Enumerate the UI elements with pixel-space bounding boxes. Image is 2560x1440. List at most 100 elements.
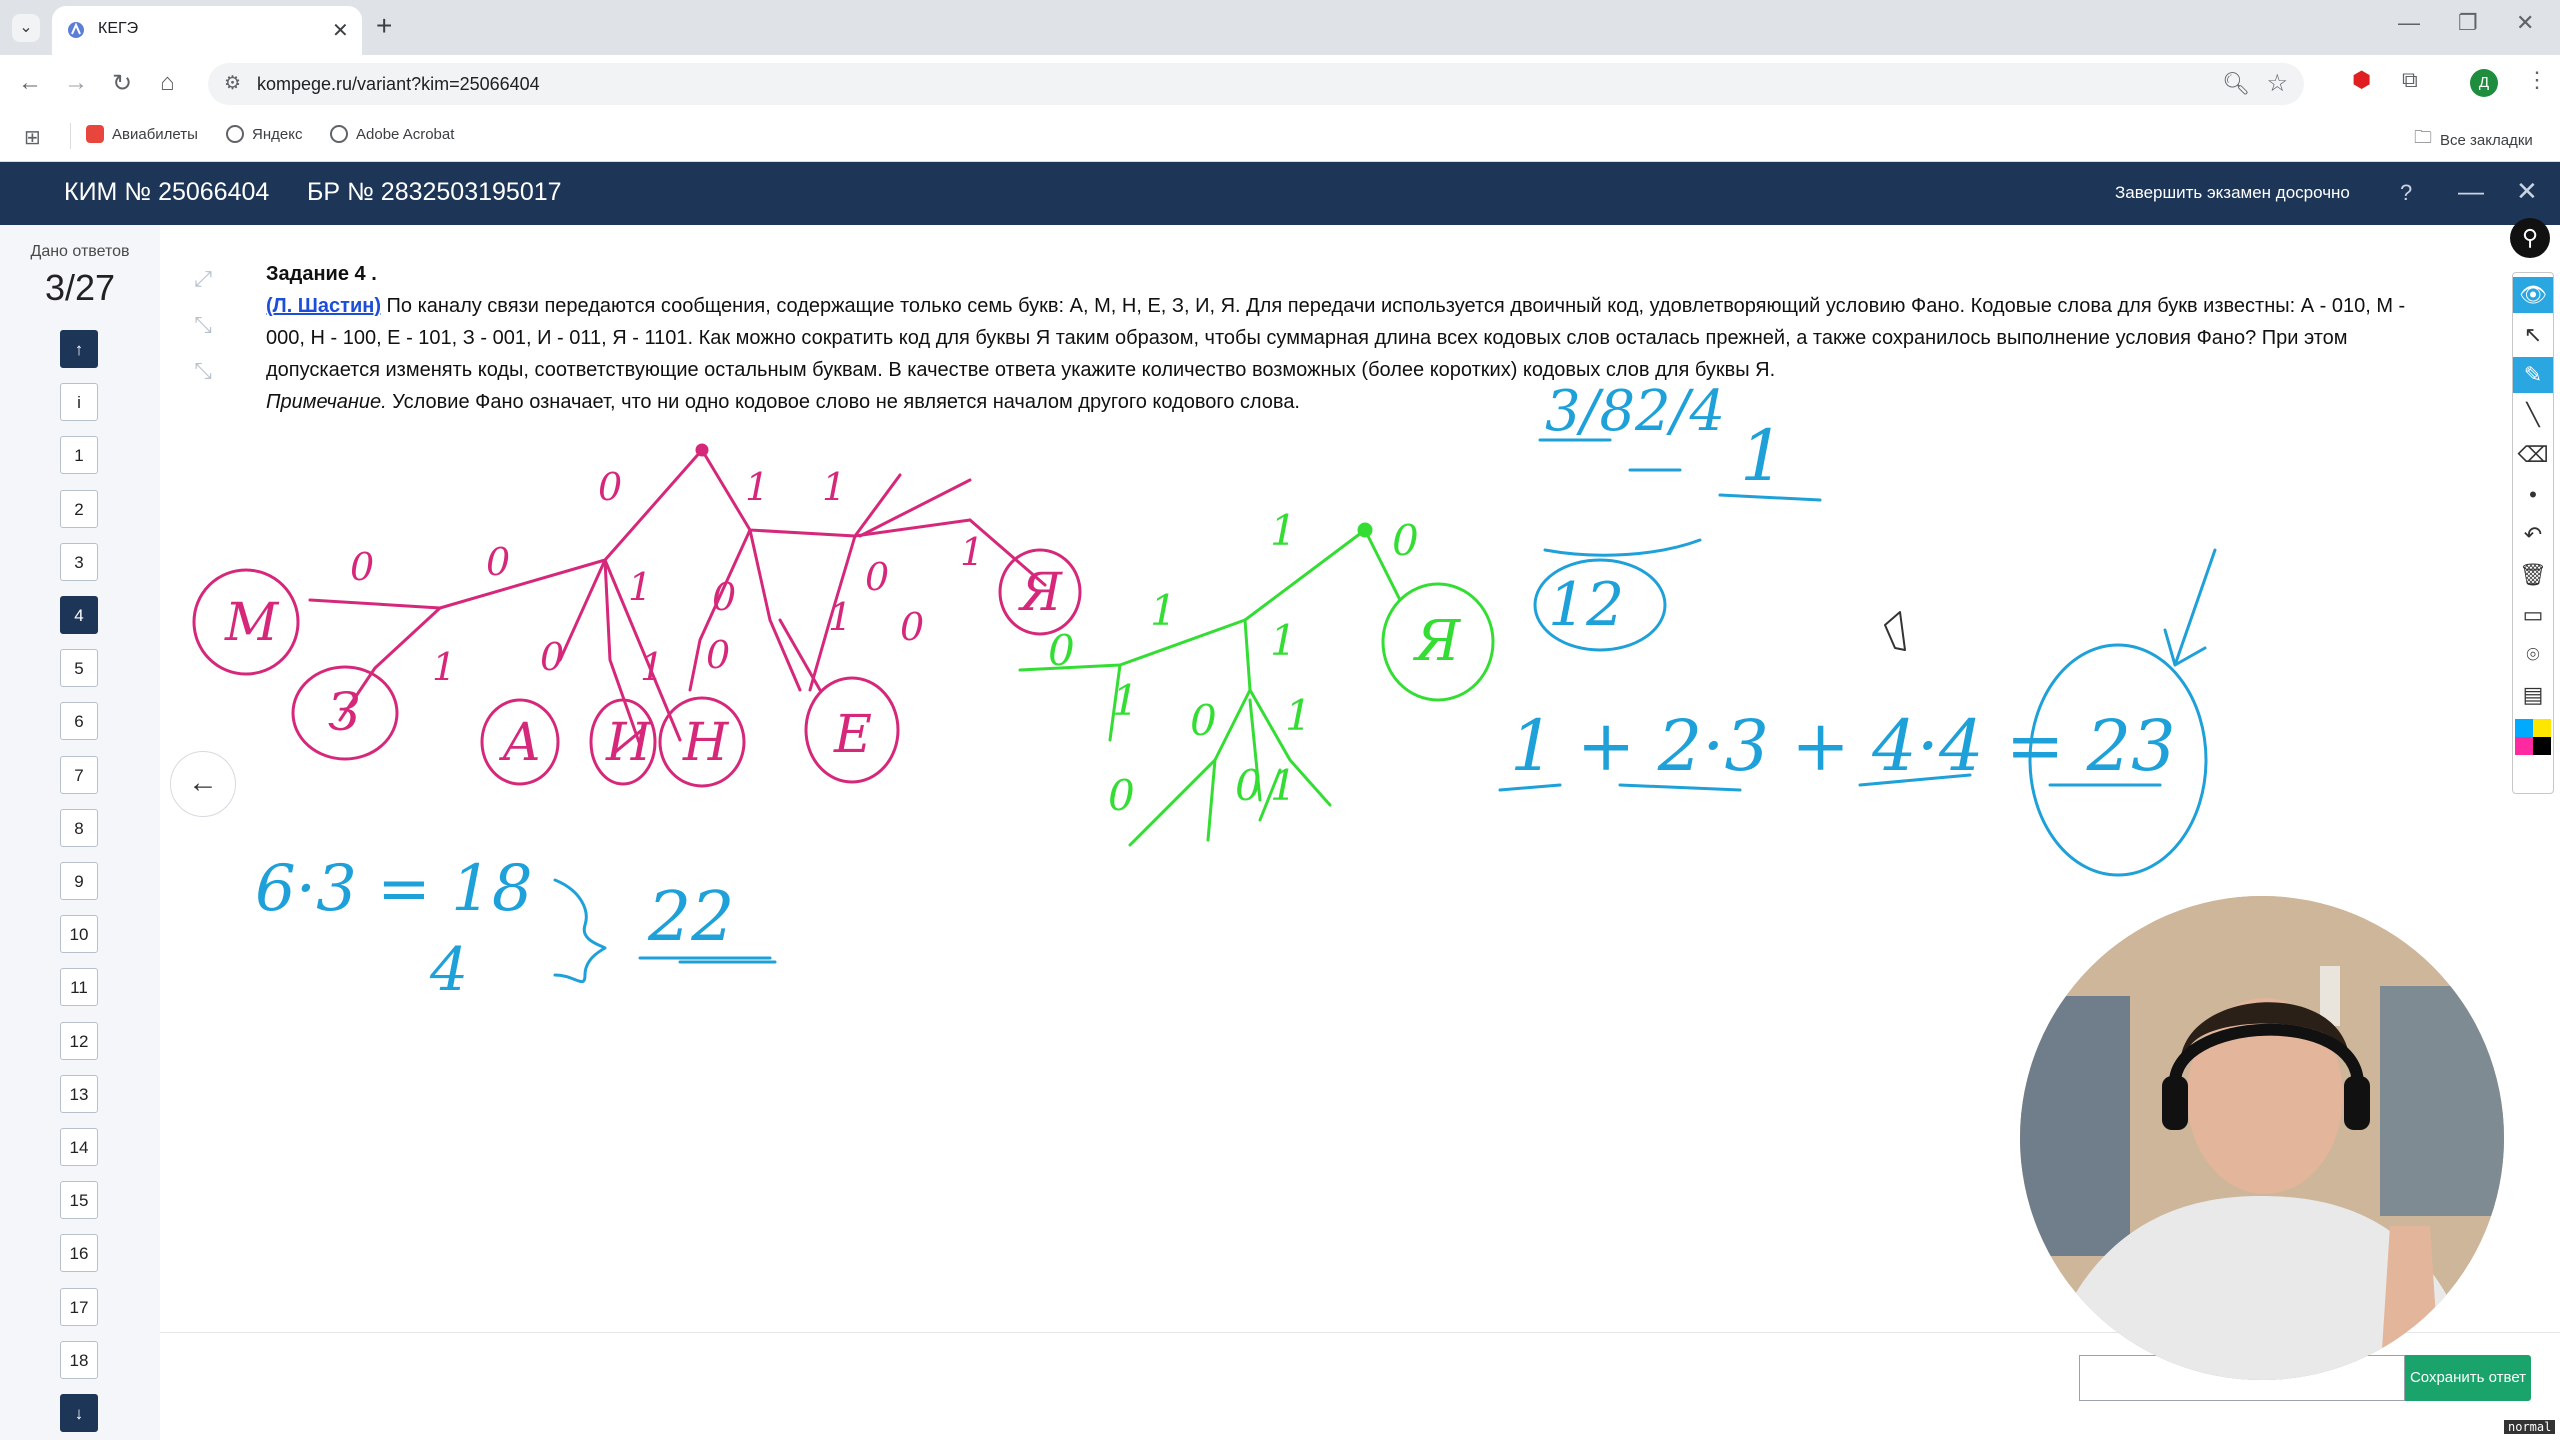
magenta-edge-labels: 0 0 1 0 1 0 1 1 0 1 0 1 0 1 0 [350, 465, 984, 689]
bookmark-star-icon[interactable]: ☆ [2266, 69, 2288, 98]
pencil-icon[interactable]: ✎ [2513, 357, 2553, 393]
task-note-label: Примечание. [266, 391, 387, 413]
color-palette-icon[interactable] [2513, 717, 2553, 755]
svg-text:0: 0 [1190, 696, 1217, 745]
svg-text:1: 1 [1150, 586, 1177, 635]
question-2-button[interactable]: 2 [60, 489, 98, 528]
minimize-icon[interactable]: — [2458, 176, 2484, 207]
question-10-button[interactable]: 10 [60, 915, 98, 954]
expand-icon[interactable]: ⤢ [186, 266, 220, 300]
profile-avatar[interactable]: Д [2470, 69, 2498, 97]
question-9-button[interactable]: 9 [60, 862, 98, 900]
question-18-button[interactable]: 18 [60, 1340, 98, 1379]
finish-exam-button[interactable]: Завершить экзамен досрочно [2115, 183, 2350, 203]
address-bar[interactable]: ⚙ kompege.ru/variant?kim=25066404 🔍︎ ☆ [208, 63, 2304, 105]
forward-icon[interactable]: → [64, 69, 88, 97]
svg-text:М: М [224, 593, 280, 653]
dot-icon[interactable]: • [2513, 477, 2553, 513]
tab-search-button[interactable]: ⌄ [12, 14, 40, 42]
exam-header: КИМ № 25066404 БР № 2832503195017 Заверш… [0, 162, 2560, 225]
eraser-icon[interactable]: ⌫ [2513, 437, 2553, 473]
svg-text:4: 4 [429, 935, 468, 1005]
new-tab-icon[interactable]: + [376, 10, 392, 42]
window-restore-icon[interactable]: ❐ [2458, 10, 2478, 36]
browser-menu-icon[interactable]: ⋮ [2526, 67, 2548, 93]
globe-icon [226, 125, 244, 143]
folder-icon: 🗀 [2414, 127, 2432, 147]
site-info-icon[interactable]: ⚙ [224, 72, 241, 95]
svg-text:Е: Е [833, 705, 872, 765]
question-15-button[interactable]: 15 [60, 1181, 98, 1220]
collapse-icon[interactable]: ⤡ [186, 358, 220, 392]
info-button[interactable]: i [60, 383, 98, 422]
cursor-arrow-icon[interactable]: ↖ [2513, 317, 2553, 353]
zoom-icon[interactable]: 🔍︎ [2222, 71, 2250, 97]
question-7-button[interactable]: 7 [60, 755, 98, 794]
scroll-up-button[interactable]: ↑ [60, 330, 98, 368]
svg-text:1: 1 [1270, 761, 1297, 810]
browser-tab-active[interactable]: КЕГЭ ✕ [52, 6, 362, 55]
svg-text:0: 0 [540, 635, 564, 679]
kim-number: КИМ № 25066404 [64, 178, 270, 206]
question-14-button[interactable]: 14 [60, 1128, 98, 1166]
previous-question-button[interactable]: ← [170, 751, 236, 817]
clipboard-icon[interactable]: ▤ [2513, 677, 2553, 713]
trash-icon[interactable]: 🗑︎ [2513, 557, 2553, 593]
task-note: Примечание. Условие Фано означает, что н… [266, 386, 2446, 418]
svg-text:0: 0 [712, 575, 736, 619]
extensions-icon[interactable]: ⧉ [2402, 67, 2418, 93]
blue-labels: 3/8 2/4 1 12 1 + 2·3 + 4·4 = 23 6·3 = 18… [255, 379, 2176, 1005]
window-minimize-icon[interactable]: — [2398, 10, 2420, 36]
question-11-button[interactable]: 11 [60, 968, 98, 1007]
reload-icon[interactable]: ↻ [112, 69, 132, 98]
window-close-icon[interactable]: ✕ [2516, 10, 2534, 36]
question-12-button[interactable]: 12 [60, 1021, 98, 1060]
save-answer-button[interactable]: Сохранить ответ [2405, 1355, 2531, 1401]
question-6-button[interactable]: 6 [60, 702, 98, 741]
svg-text:1: 1 [960, 530, 984, 574]
question-5-button[interactable]: 5 [60, 649, 98, 688]
svg-text:1 + 2·3 + 4·4 = 23: 1 + 2·3 + 4·4 = 23 [1510, 705, 2176, 787]
close-icon[interactable]: ✕ [2516, 176, 2538, 207]
magenta-tree-labels: М З А И Н Е Я [224, 563, 1063, 773]
question-3-button[interactable]: 3 [60, 542, 98, 581]
svg-text:Я: Я [1018, 563, 1063, 623]
question-4-button[interactable]: 4 [60, 596, 98, 634]
webcam-presenter-image [2020, 896, 2504, 1380]
question-13-button[interactable]: 13 [60, 1074, 98, 1113]
home-icon[interactable]: ⌂ [160, 69, 175, 97]
svg-text:1: 1 [628, 565, 652, 609]
tab-title: КЕГЭ [98, 20, 139, 37]
svg-text:З: З [328, 683, 360, 743]
board-icon[interactable]: ▭ [2513, 597, 2553, 633]
line-icon[interactable]: ╲ [2513, 397, 2553, 433]
bookmark-aviabilety[interactable]: Авиабилеты [86, 125, 198, 143]
bookmark-adobe-acrobat[interactable]: Adobe Acrobat [330, 125, 454, 143]
all-bookmarks[interactable]: 🗀 Все закладки [2414, 125, 2533, 155]
scroll-down-button[interactable]: ↓ [60, 1394, 98, 1432]
svg-text:0: 0 [706, 633, 730, 677]
question-17-button[interactable]: 17 [60, 1287, 98, 1326]
svg-text:0: 0 [350, 545, 374, 589]
question-8-button[interactable]: 8 [60, 808, 98, 847]
undo-icon[interactable]: ↶ [2513, 517, 2553, 553]
tab-close-icon[interactable]: ✕ [332, 18, 349, 43]
svg-text:1: 1 [828, 595, 852, 639]
svg-text:1: 1 [1285, 691, 1312, 740]
bookmark-yandex[interactable]: Яндекс [226, 125, 302, 143]
url-text[interactable]: kompege.ru/variant?kim=25066404 [257, 74, 540, 95]
back-icon[interactable]: ← [18, 69, 42, 97]
question-1-button[interactable]: 1 [60, 436, 98, 475]
eye-icon[interactable]: 👁︎ [2513, 277, 2553, 313]
camera-icon[interactable]: ⌾ [2513, 637, 2553, 673]
question-16-button[interactable]: 16 [60, 1234, 98, 1273]
annotation-pin-icon[interactable]: ⚲ [2510, 218, 2550, 258]
bookmark-label: Adobe Acrobat [356, 125, 455, 143]
task-author-link[interactable]: (Л. Шастин) [266, 295, 381, 317]
apps-grid-icon[interactable]: ⊞ [24, 125, 41, 150]
extension-adblock-icon[interactable]: ⬢ [2352, 67, 2371, 93]
globe-icon [330, 125, 348, 143]
help-button[interactable]: ? [2400, 180, 2412, 206]
resize-icon[interactable]: ⤡ [186, 312, 220, 346]
browser-toolbar: ← → ↻ ⌂ ⚙ kompege.ru/variant?kim=2506640… [0, 55, 2560, 113]
